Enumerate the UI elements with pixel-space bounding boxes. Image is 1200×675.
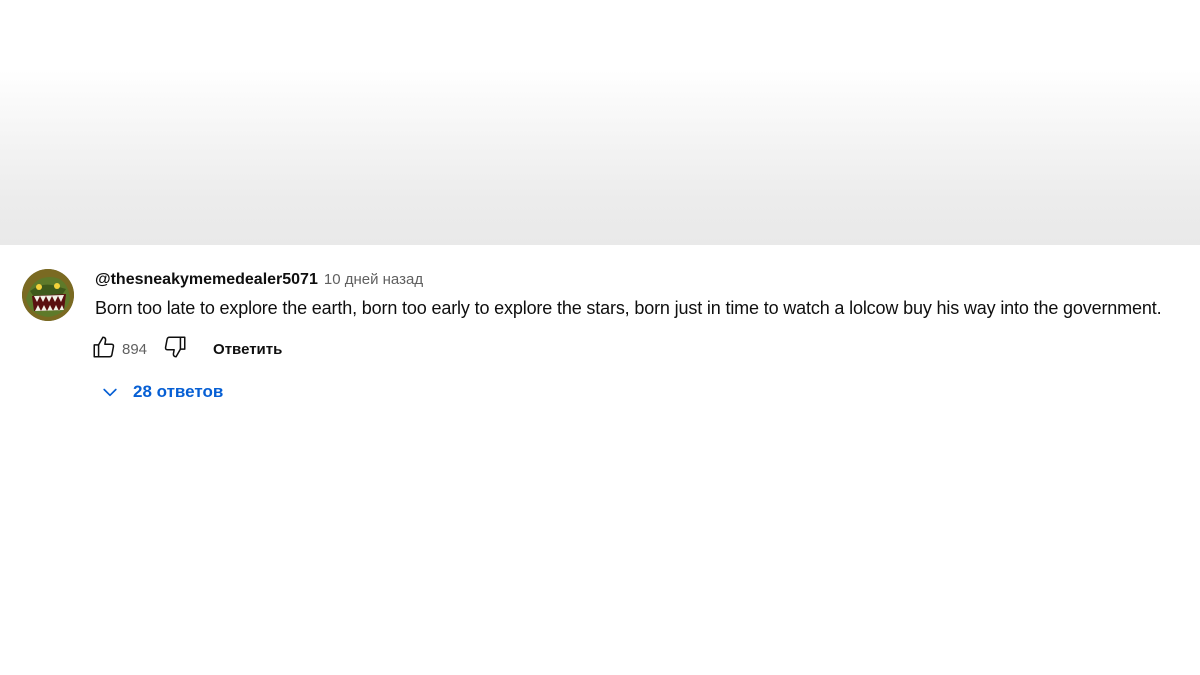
dislike-button[interactable] xyxy=(159,334,191,364)
comment-author[interactable]: @thesneakymemedealer5071 xyxy=(95,271,318,289)
like-button[interactable] xyxy=(88,334,120,364)
comment-timestamp[interactable]: 10 дней назад xyxy=(324,271,423,288)
thumbs-down-icon xyxy=(162,334,188,365)
comment-header: @thesneakymemedealer5071 10 дней назад xyxy=(95,271,423,291)
comment-actions: 894 Ответить xyxy=(88,334,282,364)
replies-count-label: 28 ответов xyxy=(133,382,224,401)
video-area-shade xyxy=(0,0,1200,245)
like-count: 894 xyxy=(122,340,148,358)
thumbs-up-icon xyxy=(91,334,117,365)
comment-text: Born too late to explore the earth, born… xyxy=(95,298,1162,318)
chevron-down-icon xyxy=(96,378,124,406)
comment-thread: @thesneakymemedealer5071 10 дней назад B… xyxy=(0,245,1200,675)
reply-button[interactable]: Ответить xyxy=(213,341,282,358)
show-replies-button[interactable]: 28 ответов xyxy=(96,377,223,407)
avatar[interactable] xyxy=(22,269,74,321)
